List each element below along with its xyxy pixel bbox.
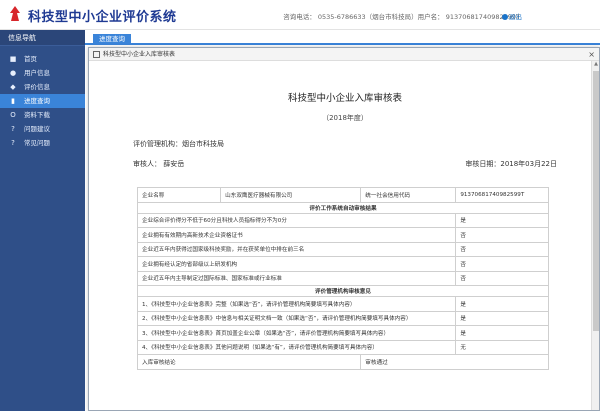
table-row: 3、《科技型中小企业信息表》首页加盖企业公章（如果选“否”，请评价管理机构简要填… [136, 325, 549, 341]
result: 否 [455, 270, 549, 286]
table-row: 2、《科技型中小企业信息表》中信息与相关证明文档一致（如果选“否”，请评价管理机… [136, 310, 549, 326]
table-row: 4、《科技型中小企业信息表》其他问题说明（如果选“有”，请评价管理机构简要填写具… [136, 339, 549, 355]
sidebar-item-download[interactable]: O 资料下载 [0, 108, 85, 122]
sidebar-item-label: 进度查询 [24, 97, 50, 105]
result: 是 [455, 325, 549, 341]
org-value: 烟台市科技局 [182, 140, 224, 148]
tab-bar: 进度查询 [85, 30, 600, 45]
section-header: 评价工作系统自动审核结果 [137, 201, 549, 214]
contact-text: 咨询电话： 0535-6786633（烟台市科技局）用户名： 913706817… [283, 13, 520, 21]
criterion: 企业拥有经认定的省部级以上研发机构 [136, 256, 457, 272]
date-value: 2018年03月22日 [500, 160, 557, 168]
result: 否 [455, 227, 549, 243]
sidebar-item-eval-info[interactable]: ◆ 评价信息 [0, 80, 85, 94]
criterion: 4、《科技型中小企业信息表》其他问题说明（如果选“有”，请评价管理机构简要填写具… [136, 339, 457, 355]
credit-value: 913706817409825​99T [455, 187, 549, 203]
sidebar-item-label: 问题建议 [24, 125, 50, 133]
user-icon: ● [9, 69, 17, 77]
dialog-title: 科技型中小企业入库审核表 [103, 51, 176, 58]
sidebar-item-label: 资料下载 [24, 111, 50, 119]
table-row: 企业近五年内主导制定过国际标准、国家标准或行业标准否 [136, 270, 549, 286]
review-line: 审核人： 薛安岳 审核日期：2018年03月22日 [133, 159, 557, 169]
top-header: 科技型中小企业评价系统 咨询电话： 0535-6786633（烟台市科技局）用户… [0, 0, 600, 30]
sidebar-item-user-info[interactable]: ● 用户信息 [0, 66, 85, 80]
org-label: 评价管理机构： [133, 140, 182, 148]
audit-dialog: 科技型中小企业入库审核表 × 科技型中小企业入库审核表 （2018年度） 评价管… [88, 47, 600, 411]
logo-icon [10, 6, 20, 21]
scroll-up-icon[interactable]: ▲ [592, 61, 600, 68]
sidebar-title: 信息导航 [0, 30, 85, 46]
reviewer-label: 审核人： [133, 160, 161, 168]
faq-icon: ? [11, 139, 15, 147]
window-icon [93, 51, 100, 58]
result: 是 [455, 212, 549, 228]
home-icon: ■ [9, 55, 17, 63]
dialog-body: 科技型中小企业入库审核表 （2018年度） 评价管理机构：烟台市科技局 审核人：… [89, 61, 599, 410]
final-label: 入库审核结论 [136, 354, 362, 370]
criterion: 企业拥有有效期内高新技术企业资格证书 [136, 227, 457, 243]
sidebar-item-progress[interactable]: ▮ 进度查询 [0, 94, 85, 108]
result: 无 [455, 339, 549, 355]
sidebar-item-label: 评价信息 [24, 83, 50, 91]
logout-label: 退出 [509, 13, 522, 21]
result: 否 [455, 241, 549, 257]
table-row: 入库审核结论 审核通过 [136, 354, 549, 370]
result: 是 [455, 296, 549, 312]
criterion: 1、《科技型中小企业信息表》完整（如果选“否”，请评价管理机构简要填写具体内容） [136, 296, 457, 312]
table-row: 企业近五年内获得过国家级科技奖励，并在获奖单位中排在前三名否 [136, 241, 549, 257]
result: 是 [455, 310, 549, 326]
reviewer-value: 薛安岳 [163, 160, 185, 168]
sidebar-item-faq[interactable]: ? 常见问题 [0, 136, 85, 150]
doc-title: 科技型中小企业入库审核表 [287, 93, 402, 104]
app-title: 科技型中小企业评价系统 [28, 10, 177, 25]
contact-info: 咨询电话： 0535-6786633（烟台市科技局）用户名： 913706817… [283, 11, 520, 21]
credit-label: 统一社会信用代码 [360, 187, 457, 203]
table-row: 企业综合评价得分不低于60分且科技人员指标得分不为0分是 [136, 212, 549, 228]
result: 否 [455, 256, 549, 272]
scroll-thumb[interactable] [593, 71, 599, 331]
doc-year: （2018年度） [322, 114, 368, 122]
logout-button[interactable]: 退出 [502, 11, 522, 21]
audit-document: 科技型中小企业入库审核表 （2018年度） 评价管理机构：烟台市科技局 审核人：… [133, 69, 557, 410]
final-value: 审核通过 [360, 354, 549, 370]
criterion: 企业近五年内获得过国家级科技奖励，并在获奖单位中排在前三名 [136, 241, 457, 257]
sidebar: 信息导航 ■ 首页 ● 用户信息 ◆ 评价信息 ▮ 进度查询 O 资料下载 ? 问题建议 ?… [0, 30, 85, 411]
criterion: 企业综合评价得分不低于60分且科技人员指标得分不为0分 [136, 212, 457, 228]
close-icon[interactable]: × [588, 48, 595, 61]
sidebar-item-feedback[interactable]: ? 问题建议 [0, 122, 85, 136]
sidebar-item-label: 用户信息 [24, 69, 50, 77]
table-row: 企业拥有经认定的省部级以上研发机构否 [136, 256, 549, 272]
tag-icon: ◆ [10, 83, 16, 91]
org-line: 评价管理机构：烟台市科技局 [133, 139, 557, 149]
criterion: 2、《科技型中小企业信息表》中信息与相关证明文档一致（如果选“否”，请评价管理机… [136, 310, 457, 326]
table-row: 企业拥有有效期内高新技术企业资格证书否 [136, 227, 549, 243]
table-row: 1、《科技型中小企业信息表》完整（如果选“否”，请评价管理机构简要填写具体内容）… [136, 296, 549, 312]
criterion: 3、《科技型中小企业信息表》首页加盖企业公章（如果选“否”，请评价管理机构简要填… [136, 325, 457, 341]
date-label: 审核日期： [465, 160, 501, 168]
sidebar-item-home[interactable]: ■ 首页 [0, 52, 85, 66]
dialog-titlebar: 科技型中小企业入库审核表 × [89, 48, 599, 61]
criterion: 企业近五年内主导制定过国际标准、国家标准或行业标准 [136, 270, 457, 286]
help-icon: ? [11, 125, 15, 133]
table-row: 企业名称 山东双鹰医疗器械有限公司 统一社会信用代码 9137068174098… [136, 187, 549, 203]
section-header: 评价管理机构审核意见 [137, 285, 549, 297]
tab-progress[interactable]: 进度查询 [93, 34, 131, 45]
reviewer: 审核人： 薛安岳 [133, 159, 184, 169]
sidebar-item-label: 常见问题 [24, 139, 50, 147]
sidebar-item-label: 首页 [24, 55, 37, 63]
power-icon [502, 14, 508, 20]
company-label: 企业名称 [136, 187, 222, 203]
audit-table: 企业名称 山东双鹰医疗器械有限公司 统一社会信用代码 9137068174098… [136, 187, 549, 370]
company-value: 山东双鹰医疗器械有限公司 [220, 187, 362, 203]
review-date: 审核日期：2018年03月22日 [465, 159, 557, 169]
scrollbar[interactable]: ▲ [591, 61, 599, 410]
bar-icon: ▮ [11, 97, 15, 105]
circle-icon: O [10, 111, 16, 119]
